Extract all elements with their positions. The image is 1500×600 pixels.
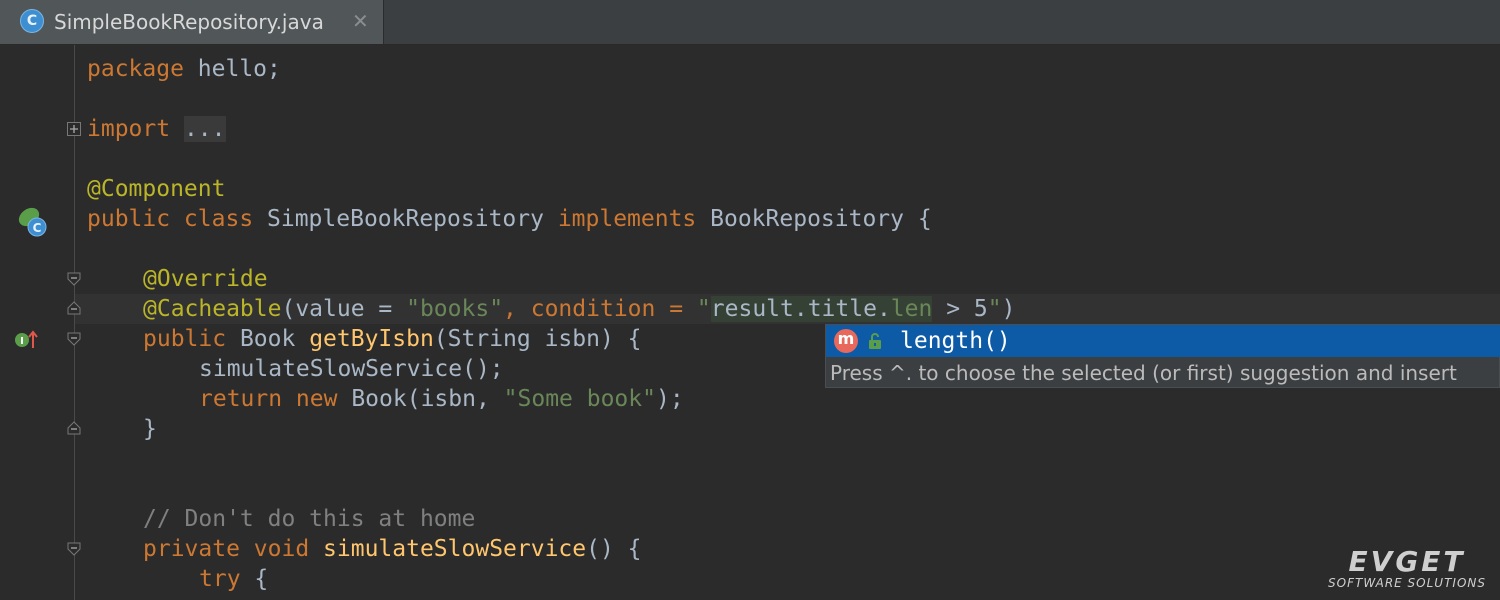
code-line: public class SimpleBookRepository implem… [87, 206, 932, 232]
code-line: public Book getByIsbn(String isbn) { [143, 326, 642, 352]
close-icon[interactable]: ✕ [352, 9, 369, 33]
code-line: // Don't do this at home [143, 506, 476, 532]
spring-bean-class-icon[interactable]: C [16, 206, 50, 238]
watermark-logo-text: EVGET [1348, 545, 1466, 578]
expand-fold-icon[interactable] [67, 122, 81, 136]
collapse-fold-icon[interactable] [67, 421, 81, 435]
method-icon: m [834, 329, 858, 353]
completion-item-length[interactable]: m length() [826, 325, 1500, 357]
code-completion-popup: m length() Press ^. to choose the select… [825, 324, 1500, 388]
svg-text:I: I [20, 336, 24, 347]
completion-label: length() [900, 328, 1011, 354]
code-line: private void simulateSlowService() { [143, 536, 642, 562]
code-line: try { [199, 566, 269, 592]
java-class-icon: C [20, 9, 44, 33]
editor-tab-bar: C SimpleBookRepository.java ✕ [0, 0, 1500, 45]
collapse-fold-icon[interactable] [67, 272, 81, 286]
collapse-fold-icon[interactable] [67, 332, 81, 346]
completion-hint: Press ^. to choose the selected (or firs… [830, 361, 1457, 385]
collapse-fold-icon[interactable] [67, 542, 81, 556]
implements-method-icon[interactable]: I [14, 328, 40, 352]
code-line: simulateSlowService(); [199, 356, 504, 382]
code-line: return new Book(isbn, "Some book"); [199, 386, 684, 412]
tab-simplebookrepository[interactable]: C SimpleBookRepository.java ✕ [0, 0, 384, 44]
code-line: } [143, 416, 157, 442]
svg-text:C: C [33, 221, 42, 235]
evget-watermark-logo: EVGET SOFTWARE SOLUTIONS [1328, 545, 1486, 591]
tab-label: SimpleBookRepository.java [54, 10, 324, 34]
code-line: import ... [87, 116, 226, 142]
code-line: @Override [143, 266, 268, 292]
collapse-fold-icon[interactable] [67, 301, 81, 315]
public-access-icon [869, 333, 881, 349]
code-line: package hello; [87, 56, 281, 82]
folded-imports[interactable]: ... [183, 116, 226, 142]
watermark-subtitle: SOFTWARE SOLUTIONS [1328, 576, 1486, 590]
code-line-current: @Cacheable(value = "books", condition = … [143, 296, 1016, 322]
code-line: @Component [87, 176, 226, 202]
